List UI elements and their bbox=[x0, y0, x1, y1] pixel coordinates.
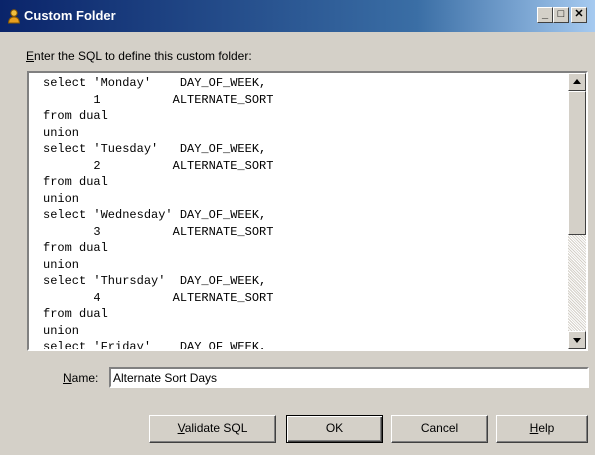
validate-label: alidate SQL bbox=[184, 421, 248, 435]
window-title: Custom Folder bbox=[24, 8, 116, 23]
custom-folder-dialog: Custom Folder _ □ ✕ Enter the SQL to def… bbox=[0, 0, 595, 455]
cancel-label: Cancel bbox=[420, 421, 459, 435]
help-button[interactable]: Help bbox=[496, 415, 588, 443]
arrow-up-icon bbox=[573, 79, 581, 84]
sql-vertical-scrollbar[interactable] bbox=[568, 73, 586, 349]
ok-button[interactable]: OK bbox=[286, 415, 383, 443]
scroll-down-button[interactable] bbox=[568, 331, 586, 349]
validate-mnemonic: V bbox=[177, 421, 185, 435]
name-label: Name: bbox=[63, 371, 98, 385]
ok-label: OK bbox=[325, 421, 344, 435]
maximize-icon: □ bbox=[557, 8, 565, 20]
sql-text[interactable]: select 'Monday' DAY_OF_WEEK, 1 ALTERNATE… bbox=[43, 75, 566, 349]
scrollbar-thumb[interactable] bbox=[568, 91, 586, 235]
cancel-button[interactable]: Cancel bbox=[391, 415, 488, 443]
name-input[interactable] bbox=[109, 367, 589, 388]
validate-sql-button[interactable]: Validate SQL bbox=[149, 415, 276, 443]
name-label-mnemonic: N bbox=[63, 371, 72, 385]
maximize-button[interactable]: □ bbox=[553, 7, 569, 23]
scroll-up-button[interactable] bbox=[568, 73, 586, 91]
title-bar[interactable]: Custom Folder _ □ ✕ bbox=[0, 0, 595, 32]
arrow-down-icon bbox=[573, 338, 581, 343]
minimize-button[interactable]: _ bbox=[537, 7, 553, 23]
minimize-icon: _ bbox=[541, 8, 549, 20]
folder-user-icon bbox=[7, 9, 21, 24]
sql-editor[interactable]: select 'Monday' DAY_OF_WEEK, 1 ALTERNATE… bbox=[27, 71, 588, 351]
sql-prompt-mnemonic: E bbox=[26, 49, 35, 63]
sql-prompt-label: Enter the SQL to define this custom fold… bbox=[26, 49, 252, 63]
sql-prompt-text: nter the SQL to define this custom folde… bbox=[34, 49, 252, 63]
name-label-text: ame: bbox=[71, 371, 99, 385]
close-icon: ✕ bbox=[574, 8, 584, 20]
close-button[interactable]: ✕ bbox=[571, 7, 587, 23]
help-label: elp bbox=[538, 421, 555, 435]
